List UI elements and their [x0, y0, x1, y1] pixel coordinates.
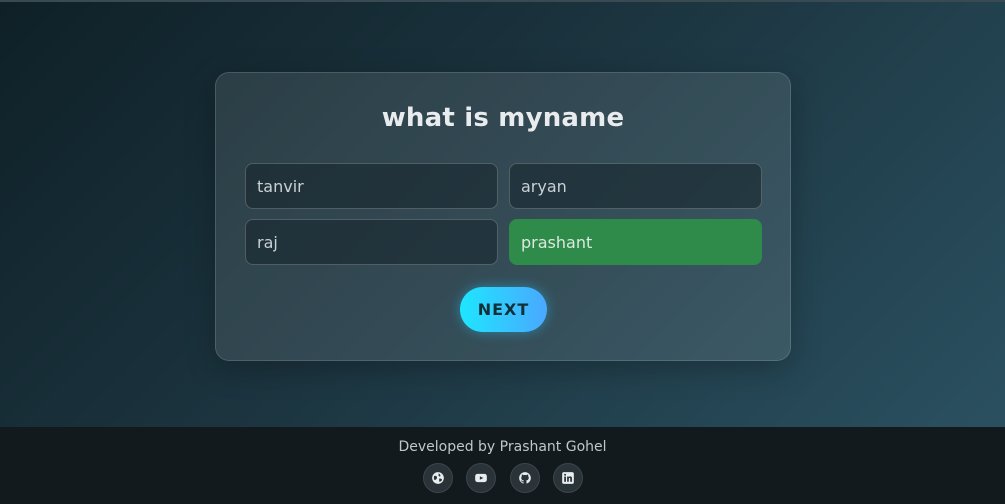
option-prashant[interactable]: prashant	[509, 219, 762, 265]
option-raj[interactable]: raj	[245, 219, 498, 265]
linkedin-link[interactable]	[553, 463, 583, 493]
youtube-icon	[475, 473, 487, 483]
linkedin-icon	[562, 472, 574, 484]
option-tanvir[interactable]: tanvir	[245, 163, 498, 209]
option-aryan[interactable]: aryan	[509, 163, 762, 209]
quiz-card: what is myname tanvir aryan raj prashant…	[215, 72, 791, 361]
website-link[interactable]	[423, 463, 453, 493]
footer: Developed by Prashant Gohel	[0, 427, 1005, 504]
next-button[interactable]: NEXT	[460, 287, 547, 332]
youtube-link[interactable]	[466, 463, 496, 493]
github-icon	[519, 472, 531, 484]
globe-icon	[432, 472, 444, 484]
developer-credit: Developed by Prashant Gohel	[398, 439, 607, 455]
question-title: what is myname	[381, 103, 625, 133]
top-border	[0, 0, 1005, 2]
github-link[interactable]	[510, 463, 540, 493]
